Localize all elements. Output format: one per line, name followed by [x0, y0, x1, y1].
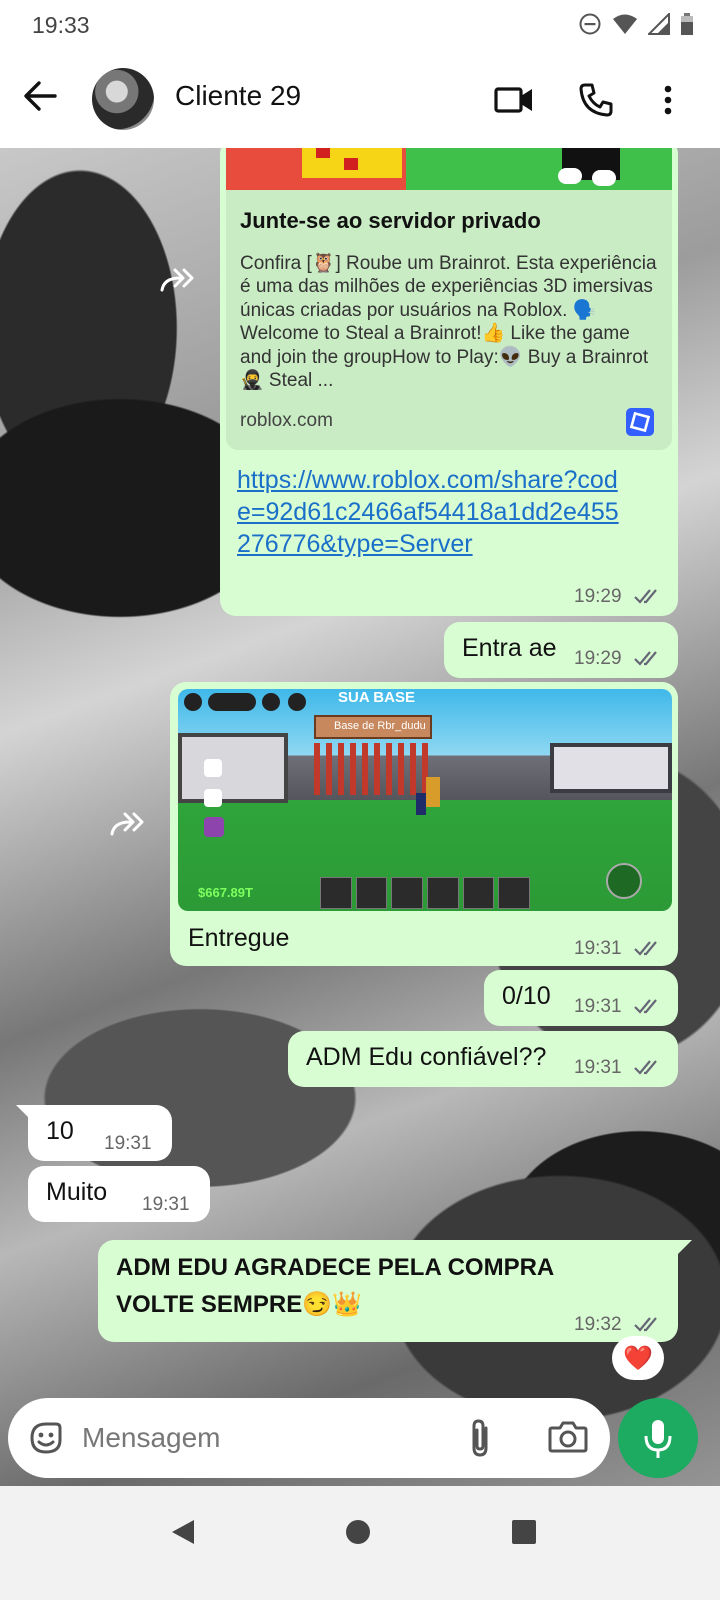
bubble-tail	[16, 1105, 30, 1119]
message-time: 19:29	[574, 648, 622, 669]
phone-icon	[579, 83, 613, 117]
read-receipt-icon	[634, 999, 657, 1014]
message-bubble[interactable]: ADM EDU AGRADECE PELA COMPRA VOLTE SEMPR…	[98, 1240, 678, 1342]
preview-description: Confira [🦉] Roube um Brainrot. Esta expe…	[240, 253, 657, 392]
message-text: ADM Edu confiável??	[306, 1043, 547, 1071]
link-preview-card[interactable]: Junte-se ao servidor privado Confira [🦉]…	[226, 148, 672, 450]
reaction-badge[interactable]: ❤️	[612, 1336, 664, 1380]
read-receipt-icon	[634, 589, 657, 604]
video-camera-icon	[494, 87, 532, 113]
forward-button[interactable]	[160, 266, 196, 292]
message-time: 19:31	[574, 996, 622, 1017]
message-time: 19:31	[574, 938, 622, 959]
message-time: 19:31	[142, 1194, 190, 1215]
shared-link[interactable]: https://www.roblox.com/share?code=92d61c…	[237, 464, 627, 560]
game-sign-text: Base de Rbr_dudu	[334, 720, 426, 732]
status-time: 19:33	[32, 12, 90, 38]
preview-domain: roblox.com	[240, 410, 333, 431]
message-text-line2: VOLTE SEMPRE😏👑	[116, 1291, 363, 1318]
read-receipt-icon	[634, 651, 657, 666]
message-time: 19:31	[574, 1057, 622, 1078]
system-nav-bar	[0, 1486, 720, 1600]
battery-icon	[681, 13, 693, 35]
paperclip-icon	[472, 1419, 488, 1457]
game-money: $667.89T	[198, 885, 253, 900]
message-bubble[interactable]: ADM Edu confiável?? 19:31	[288, 1031, 678, 1087]
message-bubble-incoming[interactable]: 10 19:31	[28, 1105, 172, 1161]
message-bubble-incoming[interactable]: Muito 19:31	[28, 1166, 210, 1222]
arrow-left-icon	[24, 81, 57, 111]
back-button[interactable]	[22, 78, 62, 122]
contact-name[interactable]: Cliente 29	[175, 80, 301, 112]
forward-icon	[110, 812, 144, 836]
message-text: 10	[46, 1117, 74, 1145]
read-receipt-icon	[634, 1317, 657, 1332]
do-not-disturb-icon	[579, 13, 601, 35]
triangle-back-icon	[172, 1520, 194, 1544]
message-text: 0/10	[502, 982, 551, 1010]
roblox-icon	[626, 408, 654, 436]
game-base-title: SUA BASE	[338, 689, 415, 706]
video-call-button[interactable]	[490, 76, 538, 124]
message-time: 19:29	[574, 586, 622, 607]
microphone-icon	[644, 1420, 672, 1458]
read-receipt-icon	[634, 941, 657, 956]
status-icons	[578, 12, 694, 36]
avatar[interactable]	[92, 68, 154, 130]
message-bubble-link[interactable]: Junte-se ao servidor privado Confira [🦉]…	[220, 148, 678, 616]
chat-header: Cliente 29	[0, 52, 720, 148]
message-text-line1: ADM EDU AGRADECE PELA COMPRA	[116, 1254, 555, 1281]
message-text: Muito	[46, 1178, 108, 1206]
sticker-button[interactable]	[26, 1418, 66, 1458]
message-bubble-image[interactable]: Base de Rbr_dudu SUA BASE $667.89T Entre…	[170, 682, 678, 966]
voice-call-button[interactable]	[572, 76, 620, 124]
camera-icon	[548, 1421, 588, 1453]
wifi-icon	[613, 14, 637, 34]
nav-home-button[interactable]	[340, 1514, 376, 1550]
message-time: 19:32	[574, 1314, 622, 1335]
sticker-icon	[30, 1422, 62, 1454]
status-bar: 19:33	[0, 0, 720, 52]
nav-back-button[interactable]	[166, 1514, 202, 1550]
square-recents-icon	[512, 1520, 536, 1544]
signal-icon	[648, 13, 670, 35]
preview-image	[226, 148, 672, 190]
forward-button[interactable]	[110, 810, 146, 836]
message-composer[interactable]: Mensagem	[8, 1398, 610, 1478]
home-circle-icon	[346, 1520, 370, 1544]
message-bubble[interactable]: Entra ae 19:29	[444, 622, 678, 678]
read-receipt-icon	[634, 1060, 657, 1075]
voice-record-button[interactable]	[618, 1398, 698, 1478]
more-vertical-icon	[664, 85, 672, 115]
message-text: Entra ae	[462, 634, 557, 662]
attach-button[interactable]	[468, 1418, 504, 1458]
message-bubble[interactable]: 0/10 19:31	[484, 970, 678, 1026]
chat-area[interactable]: Junte-se ao servidor privado Confira [🦉]…	[0, 148, 720, 1516]
nav-recents-button[interactable]	[506, 1514, 542, 1550]
preview-title: Junte-se ao servidor privado	[240, 208, 541, 233]
message-input[interactable]: Mensagem	[82, 1422, 221, 1454]
camera-button[interactable]	[548, 1418, 592, 1458]
forward-icon	[160, 268, 194, 292]
game-screenshot[interactable]: Base de Rbr_dudu SUA BASE $667.89T	[178, 689, 672, 911]
more-options-button[interactable]	[644, 76, 692, 124]
message-caption: Entregue	[188, 924, 290, 952]
bubble-tail	[678, 1240, 692, 1254]
message-time: 19:31	[104, 1133, 152, 1154]
